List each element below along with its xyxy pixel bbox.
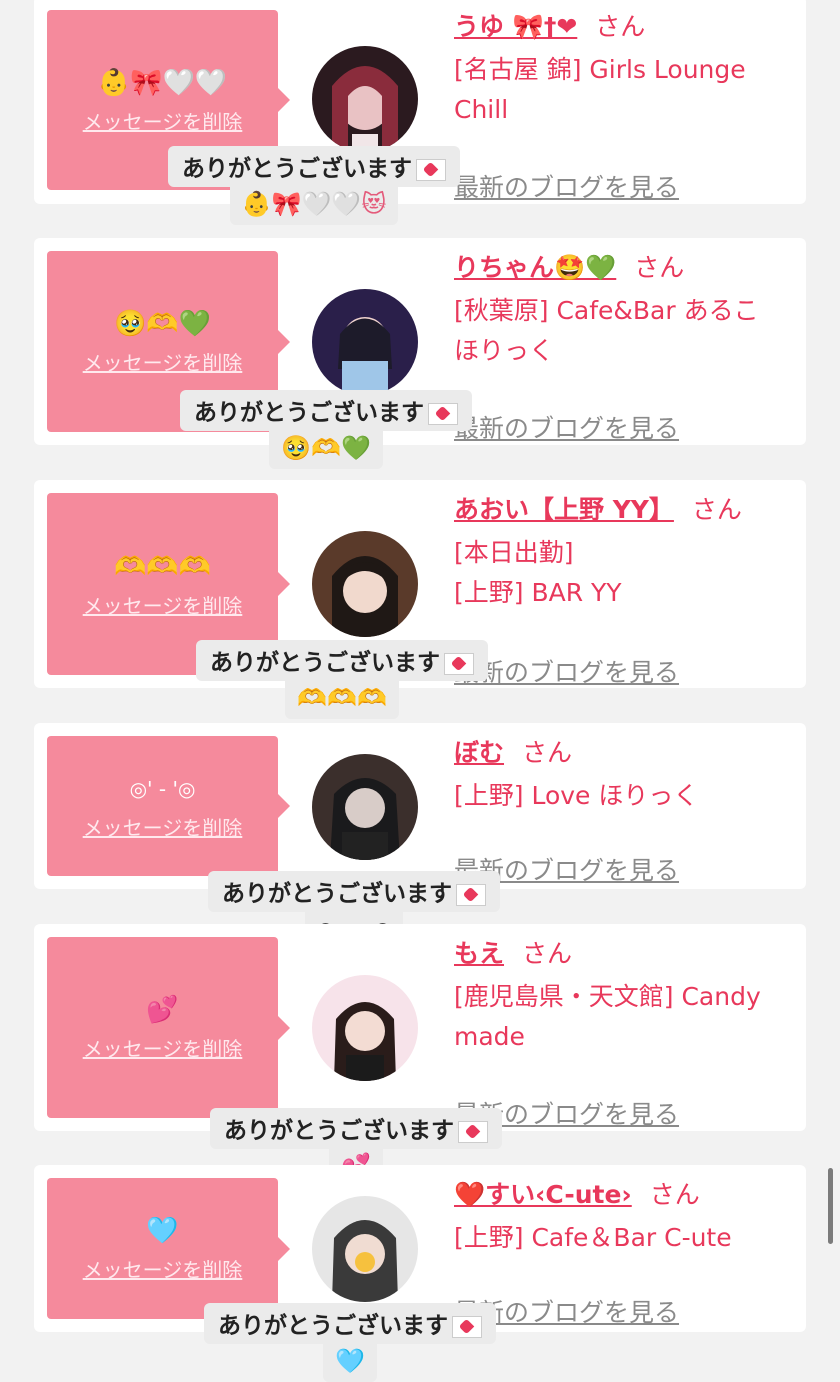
reply-text: ありがとうございます [218,1313,448,1339]
shop-line: [秋葉原] Cafe&Bar あるこ [454,296,759,325]
message-card: 💕 メッセージを削除 もえ さん [鹿児島県・天文館] Candy made 最新… [34,924,806,1131]
reply-text-row: ありがとうございます [204,1303,496,1344]
message-text: 🩵 [146,1216,179,1246]
reply-text-row: ありがとうございます [180,390,472,431]
honorific: さん [691,495,742,524]
girl-info: ぼむ さん [上野] Love ほりっく 最新のブログを見る [454,736,794,885]
avatar[interactable] [312,1196,418,1302]
reply-bubble: ありがとうございます 👶🎀🤍🤍😻 [168,146,460,225]
shop-info: [上野] Love ほりっく [454,776,794,816]
reply-text-row: ありがとうございます [208,871,500,912]
girl-name-link[interactable]: りちゃん🤩💚 [454,253,616,282]
shop-line: [上野] Love ほりっく [454,781,699,810]
love-letter-icon [416,158,446,181]
shop-line: ほりっく [454,336,555,365]
reply-emoji: 👶🎀🤍🤍😻 [229,187,399,225]
delete-message-link[interactable]: メッセージを削除 [83,106,243,135]
latest-blog-link[interactable]: 最新のブログを見る [454,409,679,445]
shop-line: [上野] Cafe＆Bar C-ute [454,1223,732,1252]
latest-blog-link[interactable]: 最新のブログを見る [454,168,679,204]
delete-message-link[interactable]: メッセージを削除 [83,812,243,841]
reply-text: ありがとうございます [210,650,440,676]
message-text: 💕 [146,995,179,1025]
message-card: ◎' - '◎ メッセージを削除 ぼむ さん [上野] Love ほりっく 最新の… [34,723,806,889]
love-letter-icon [456,883,486,906]
message-text: 🥹🫶💚 [113,309,212,339]
message-text: ◎' - '◎ [129,776,196,801]
shop-line: [名古屋 錦] Girls Lounge [454,55,746,84]
honorific: さん [522,939,573,968]
message-bubble: 💕 メッセージを削除 [47,937,290,1118]
avatar[interactable] [312,975,418,1081]
love-letter-icon [444,652,474,675]
reply-text-row: ありがとうございます [168,146,460,187]
girl-name-link[interactable]: ❤️すい‹C-ute› [454,1180,632,1209]
reply-emoji: 🩵 [323,1344,377,1382]
reply-text: ありがとうございます [222,881,452,907]
shop-line: [上野] BAR YY [454,578,622,607]
shop-info: [鹿児島県・天文館] Candy made [454,977,794,1057]
message-text: 👶🎀🤍🤍 [97,67,228,98]
avatar[interactable] [312,289,418,395]
girl-name-link[interactable]: うゆ 🎀†❤ [454,12,577,41]
shop-info: [本日出勤] [上野] BAR YY [454,533,794,613]
scrollbar[interactable] [828,1168,833,1244]
message-text: 🫶🫶🫶 [113,551,212,582]
shop-info: [秋葉原] Cafe&Bar あるこ ほりっく [454,291,794,371]
girl-name-link[interactable]: もえ [454,939,504,968]
reply-bubble: ありがとうございます 🥹🫶💚 [180,390,472,469]
delete-message-link[interactable]: メッセージを削除 [83,347,243,376]
delete-message-link[interactable]: メッセージを削除 [83,1033,243,1062]
reply-bubble: ありがとうございます 🫶🫶🫶 [196,640,488,719]
love-letter-icon [452,1315,482,1338]
honorific: さん [595,12,646,41]
delete-message-link[interactable]: メッセージを削除 [83,1254,243,1283]
message-bubble: 🩵 メッセージを削除 [47,1178,290,1319]
reply-text: ありがとうございます [194,400,424,426]
shop-line: [本日出勤] [454,538,574,567]
girl-info: うゆ 🎀†❤ さん [名古屋 錦] Girls Lounge Chill 最新のブ… [454,10,794,202]
shop-line: made [454,1022,525,1051]
reply-text-row: ありがとうございます [210,1108,502,1149]
delete-message-link[interactable]: メッセージを削除 [83,590,243,619]
shop-info: [名古屋 錦] Girls Lounge Chill [454,50,794,130]
avatar[interactable] [312,754,418,860]
shop-line: Chill [454,95,509,124]
reply-bubble: ありがとうございます 🩵 [204,1303,496,1382]
shop-info: [上野] Cafe＆Bar C-ute [454,1218,794,1258]
honorific: さん [649,1180,700,1209]
girl-info: あおい【上野 YY】 さん [本日出勤] [上野] BAR YY 最新のブログを見… [454,493,794,687]
girl-info: ❤️すい‹C-ute› さん [上野] Cafe＆Bar C-ute 最新のブログ… [454,1178,794,1327]
love-letter-icon [428,402,458,425]
girl-name-link[interactable]: ぼむ [454,738,504,767]
honorific: さん [634,253,685,282]
girl-info: もえ さん [鹿児島県・天文館] Candy made 最新のブログを見る [454,937,794,1129]
love-letter-icon [458,1120,488,1143]
girl-name-link[interactable]: あおい【上野 YY】 [454,495,674,524]
shop-line: [鹿児島県・天文館] Candy [454,982,761,1011]
reply-emoji: 🫶🫶🫶 [285,681,399,719]
avatar[interactable] [312,46,418,152]
avatar[interactable] [312,531,418,637]
reply-text: ありがとうございます [224,1118,454,1144]
reply-emoji: 🥹🫶💚 [269,431,383,469]
message-bubble: ◎' - '◎ メッセージを削除 [47,736,290,876]
reply-text: ありがとうございます [182,156,412,182]
reply-text-row: ありがとうございます [196,640,488,681]
girl-info: りちゃん🤩💚 さん [秋葉原] Cafe&Bar あるこ ほりっく 最新のブログを… [454,251,794,443]
honorific: さん [522,738,573,767]
